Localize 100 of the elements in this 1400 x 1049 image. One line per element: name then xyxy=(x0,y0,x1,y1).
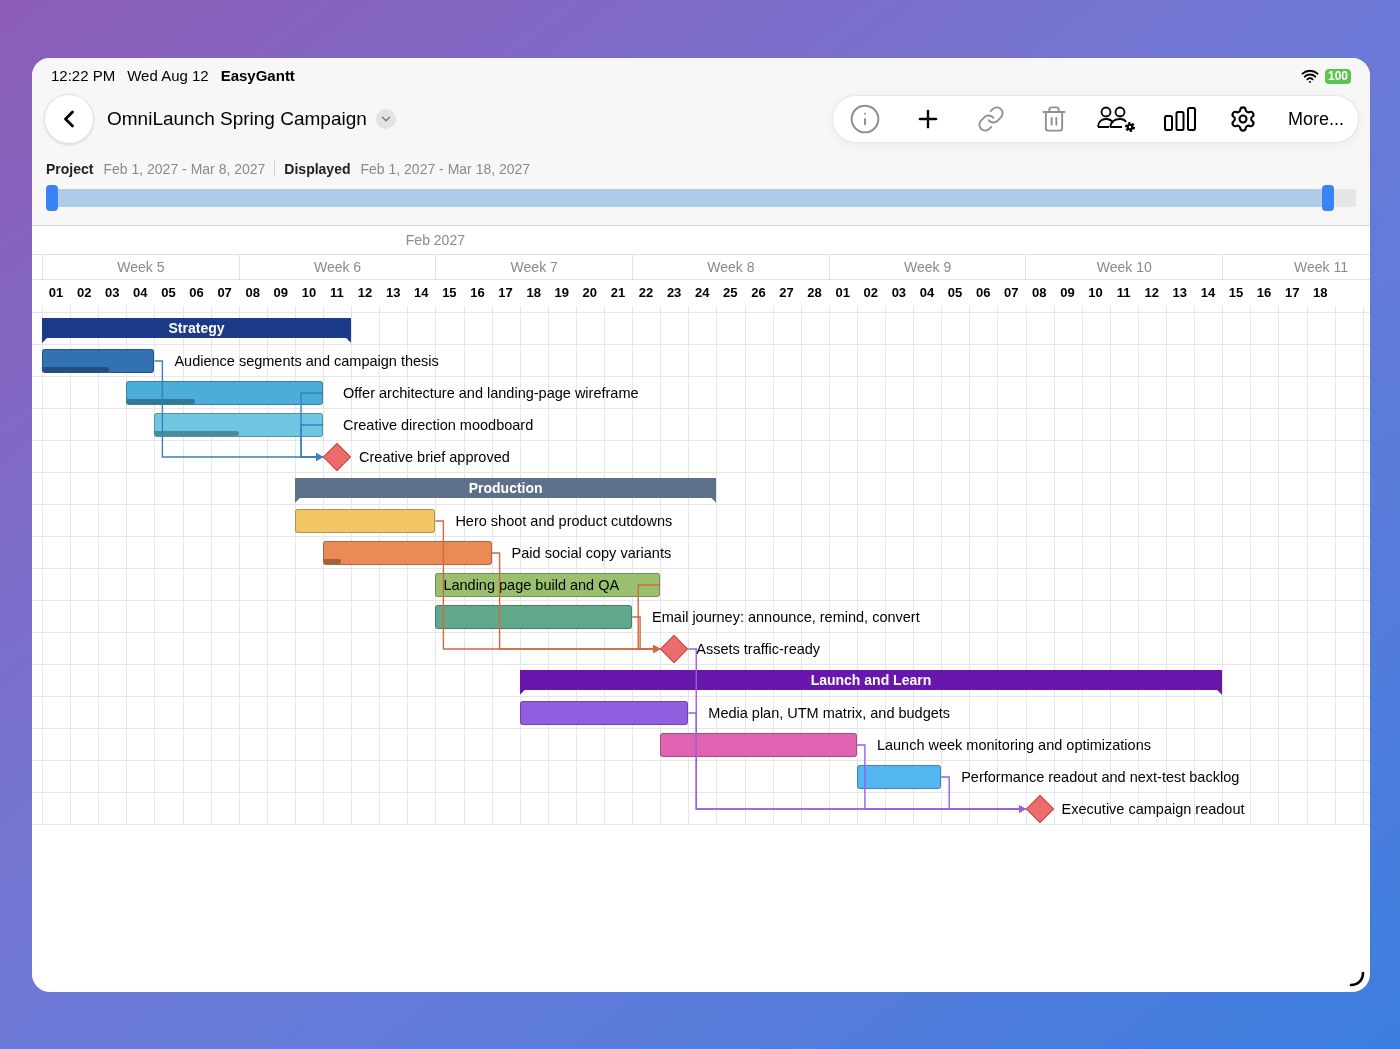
range-start-handle[interactable] xyxy=(46,185,58,211)
day-label: 17 xyxy=(1283,284,1301,302)
task-bar[interactable] xyxy=(435,605,633,629)
summary-bar[interactable]: Production xyxy=(294,478,717,503)
day-label: 13 xyxy=(1171,284,1189,302)
day-label: 27 xyxy=(778,284,795,302)
day-label: 05 xyxy=(160,284,177,302)
day-label: 08 xyxy=(244,284,261,302)
day-label: 12 xyxy=(356,284,374,302)
wifi-icon xyxy=(1300,67,1319,85)
task-bar[interactable] xyxy=(126,381,323,405)
day-label: 11 xyxy=(329,284,345,302)
people-settings-icon xyxy=(1096,105,1138,133)
task-label: Performance readout and next-test backlog xyxy=(961,768,1240,787)
corner-handle-icon xyxy=(1349,971,1365,987)
day-label: 10 xyxy=(1087,284,1104,302)
summary-bar[interactable]: Launch and Learn xyxy=(519,670,1223,695)
day-label: 18 xyxy=(525,284,542,302)
day-label: 01 xyxy=(47,284,65,302)
day-label: 16 xyxy=(1255,284,1273,302)
displayed-label: Displayed xyxy=(284,159,351,179)
day-label: 01 xyxy=(834,284,851,302)
task-bar[interactable] xyxy=(856,765,942,789)
project-range: Feb 1, 2027 - Mar 8, 2027 xyxy=(103,159,266,179)
task-label: Email journey: announce, remind, convert xyxy=(652,608,920,627)
day-label: 24 xyxy=(693,284,711,302)
day-label: 23 xyxy=(665,284,683,302)
task-label: Creative direction moodboard xyxy=(343,416,534,435)
project-title: OmniLaunch Spring Campaign xyxy=(107,106,367,131)
day-label: 19 xyxy=(553,284,570,302)
displayed-range: Feb 1, 2027 - Mar 18, 2027 xyxy=(360,159,531,179)
more-button[interactable]: More... xyxy=(1280,99,1352,139)
link-icon xyxy=(977,105,1005,133)
day-label: 03 xyxy=(104,284,121,302)
week-label: Week 8 xyxy=(632,255,829,279)
trash-icon xyxy=(1040,105,1068,133)
task-label: Hero shoot and product cutdowns xyxy=(455,512,673,531)
day-label: 13 xyxy=(384,284,402,302)
columns-icon xyxy=(1163,106,1197,132)
day-label: 05 xyxy=(946,284,964,302)
day-label: 15 xyxy=(1227,284,1245,302)
day-label: 12 xyxy=(1143,284,1160,302)
day-label: 07 xyxy=(1003,284,1020,302)
range-end-handle[interactable] xyxy=(1322,185,1335,211)
title-dropdown-button[interactable] xyxy=(375,109,396,129)
day-label: 14 xyxy=(413,284,430,302)
settings-icon xyxy=(1229,105,1257,133)
day-label: 02 xyxy=(862,284,879,302)
milestone-label: Creative brief approved xyxy=(359,448,510,467)
day-label: 07 xyxy=(216,284,233,302)
day-label: 06 xyxy=(188,284,205,302)
summary-bar[interactable]: Strategy xyxy=(42,318,352,343)
week-label: Week 6 xyxy=(238,255,436,279)
task-bar[interactable]: Landing page build and QA xyxy=(435,573,661,597)
day-label: 09 xyxy=(272,284,290,302)
day-label: 20 xyxy=(581,284,599,302)
day-label: 03 xyxy=(890,284,908,302)
day-label: 18 xyxy=(1312,284,1329,302)
week-label: Week 5 xyxy=(42,255,239,279)
task-label: Media plan, UTM matrix, and budgets xyxy=(708,704,951,723)
day-label: 10 xyxy=(300,284,318,302)
back-button[interactable] xyxy=(44,94,94,144)
task-bar[interactable] xyxy=(660,733,857,757)
task-label: Audience segments and campaign thesis xyxy=(174,352,439,371)
task-bar[interactable] xyxy=(42,349,155,373)
task-bar[interactable] xyxy=(323,541,492,565)
day-label: 11 xyxy=(1115,284,1132,302)
week-label: Week 10 xyxy=(1025,255,1223,279)
day-label: 14 xyxy=(1199,284,1217,302)
milestone-label: Assets traffic-ready xyxy=(696,640,821,659)
app-name: EasyGantt xyxy=(220,65,295,86)
project-label: Project xyxy=(46,159,94,179)
day-label: 04 xyxy=(132,284,149,302)
day-label: 04 xyxy=(918,284,936,302)
day-label: 21 xyxy=(609,284,627,302)
day-label: 26 xyxy=(750,284,767,302)
status-time: 12:22 PM xyxy=(51,65,116,86)
task-label: Paid social copy variants xyxy=(511,544,672,563)
day-label: 08 xyxy=(1031,284,1048,302)
day-label: 25 xyxy=(722,284,739,302)
task-label: Offer architecture and landing-page wireframe xyxy=(343,384,639,403)
day-label: 22 xyxy=(637,284,655,302)
task-label: Launch week monitoring and optimizations xyxy=(876,736,1151,755)
week-label: Week 7 xyxy=(435,255,633,279)
day-label: 17 xyxy=(497,284,514,302)
week-label: Week 9 xyxy=(828,255,1026,279)
task-bar[interactable] xyxy=(294,509,436,533)
day-label: 02 xyxy=(75,284,93,302)
info-icon xyxy=(849,103,881,135)
status-date: Wed Aug 12 xyxy=(127,65,209,86)
task-bar[interactable] xyxy=(154,413,323,437)
day-label: 15 xyxy=(441,284,458,302)
day-label: 09 xyxy=(1059,284,1076,302)
day-label: 16 xyxy=(469,284,486,302)
week-label: Week 11 xyxy=(1222,255,1370,279)
day-label: 06 xyxy=(974,284,992,302)
milestone-label: Executive campaign readout xyxy=(1061,800,1245,819)
battery-indicator: 100 xyxy=(1324,68,1351,84)
day-label: 28 xyxy=(806,284,823,302)
month-label: Feb 2027 xyxy=(404,231,466,250)
